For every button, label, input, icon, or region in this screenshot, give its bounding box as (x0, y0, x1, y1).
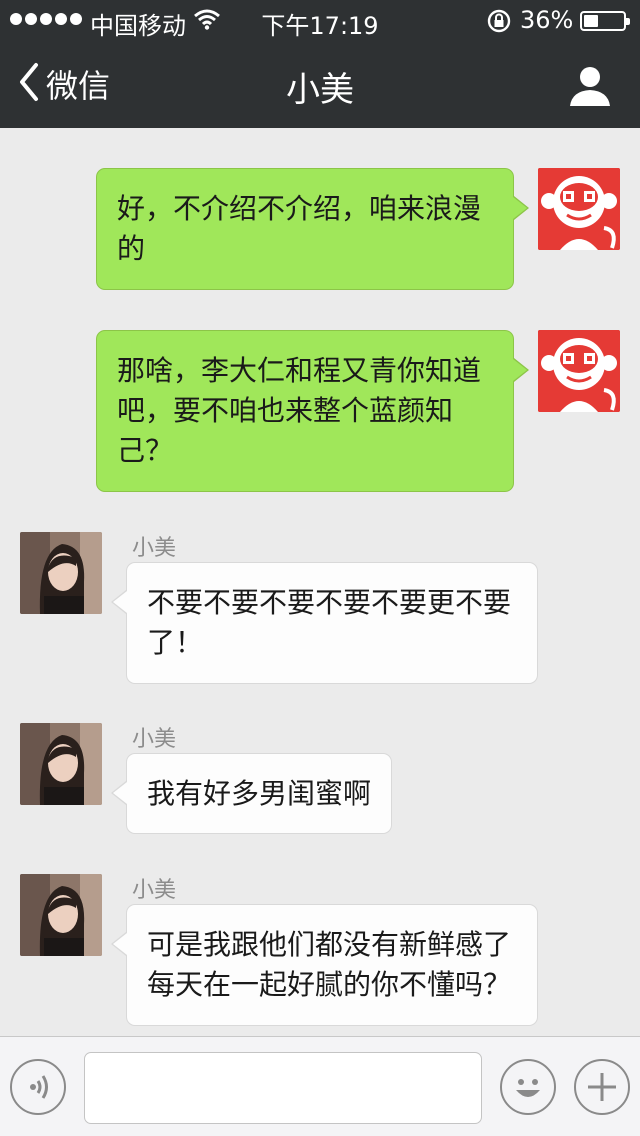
message-bubble-outgoing[interactable]: 好，不介绍不介绍，咱来浪漫的 (96, 168, 529, 290)
contact-photo-avatar (20, 874, 102, 956)
sender-name: 小美 (132, 878, 177, 903)
voice-button[interactable] (10, 1059, 66, 1115)
sender-name: 小美 (132, 536, 177, 561)
battery-level (584, 15, 598, 27)
message-text: 我有好多男闺蜜啊 (147, 777, 372, 810)
contact-avatar[interactable] (20, 874, 102, 956)
back-label: 微信 (46, 67, 111, 105)
header: 中国移动 下午17:19 36% 微信 小美 (0, 0, 640, 128)
message-text: 那啥，李大仁和程又青你知道吧，要不咱也来整个蓝颜知己？ (117, 354, 482, 467)
rotation-lock-icon (486, 8, 512, 40)
message-list[interactable]: 好，不介绍不介绍，咱来浪漫的 那啥，李大仁和程又青你知道吧，要不咱也来整个蓝颜知… (0, 128, 640, 1036)
sender-name: 小美 (132, 727, 177, 752)
input-bar (0, 1036, 640, 1136)
nav-bar: 微信 小美 (0, 40, 640, 128)
message-bubble-incoming[interactable]: 可是我跟他们都没有新鲜感了每天在一起好腻的你不懂吗？ (111, 904, 538, 1026)
status-bar: 中国移动 下午17:19 36% (0, 0, 640, 40)
battery-percent: 36% (520, 6, 574, 34)
voice-icon (30, 1075, 48, 1099)
message-text: 可是我跟他们都没有新鲜感了每天在一起好腻的你不懂吗？ (147, 928, 512, 1001)
my-avatar[interactable] (538, 330, 620, 412)
monkey-avatar-icon (538, 168, 620, 250)
message-input[interactable] (84, 1052, 482, 1124)
back-button[interactable]: 微信 (18, 62, 110, 106)
back-chevron-icon (18, 62, 40, 106)
message-bubble-outgoing[interactable]: 那啥，李大仁和程又青你知道吧，要不咱也来整个蓝颜知己？ (96, 330, 529, 492)
battery-icon (580, 11, 630, 31)
message-bubble-incoming[interactable]: 我有好多男闺蜜啊 (111, 753, 392, 834)
contact-avatar[interactable] (20, 723, 102, 805)
emoji-button[interactable] (500, 1059, 556, 1115)
message-bubble-incoming[interactable]: 不要不要不要不要不要更不要了！ (111, 562, 538, 684)
contact-photo-avatar (20, 532, 102, 614)
contact-photo-avatar (20, 723, 102, 805)
more-button[interactable] (574, 1059, 630, 1115)
my-avatar[interactable] (538, 168, 620, 250)
contact-avatar[interactable] (20, 532, 102, 614)
message-text: 不要不要不要不要不要更不要了！ (147, 586, 512, 659)
profile-button[interactable] (566, 62, 614, 110)
message-text: 好，不介绍不介绍，咱来浪漫的 (117, 192, 482, 265)
monkey-avatar-icon (538, 330, 620, 412)
plus-icon (588, 1073, 616, 1101)
profile-icon (570, 67, 610, 106)
emoji-icon (516, 1079, 540, 1097)
